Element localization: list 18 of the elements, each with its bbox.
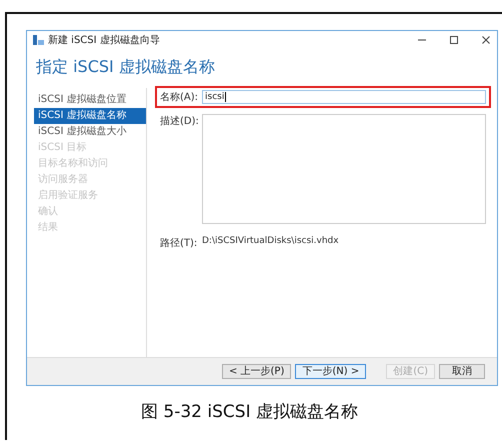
- description-label: 描述(D):: [160, 114, 200, 128]
- close-icon[interactable]: [481, 35, 491, 45]
- page-heading: 指定 iSCSI 虚拟磁盘名称: [35, 56, 216, 78]
- server-icon: [33, 35, 44, 45]
- maximize-icon[interactable]: [449, 35, 459, 45]
- wizard-step[interactable]: iSCSI 虚拟磁盘位置: [34, 92, 146, 108]
- wizard-button[interactable]: 下一步(N) >: [295, 364, 366, 379]
- wizard-button[interactable]: 取消: [439, 364, 485, 379]
- name-label: 名称(A):: [160, 91, 200, 104]
- wizard-step[interactable]: iSCSI 虚拟磁盘大小: [34, 124, 146, 140]
- path-value: D:\iSCSIVirtualDisks\iscsi.vhdx: [202, 236, 339, 248]
- wizard-button[interactable]: < 上一步(P): [222, 364, 292, 379]
- description-field[interactable]: [202, 114, 486, 224]
- name-field[interactable]: iscsi: [202, 90, 486, 104]
- window-title: 新建 iSCSI 虚拟磁盘向导: [48, 34, 160, 47]
- figure-caption: 图 5-32 iSCSI 虚拟磁盘名称: [140, 401, 359, 423]
- wizard-step[interactable]: iSCSI 虚拟磁盘名称: [34, 108, 146, 124]
- path-label: 路径(T):: [160, 237, 198, 250]
